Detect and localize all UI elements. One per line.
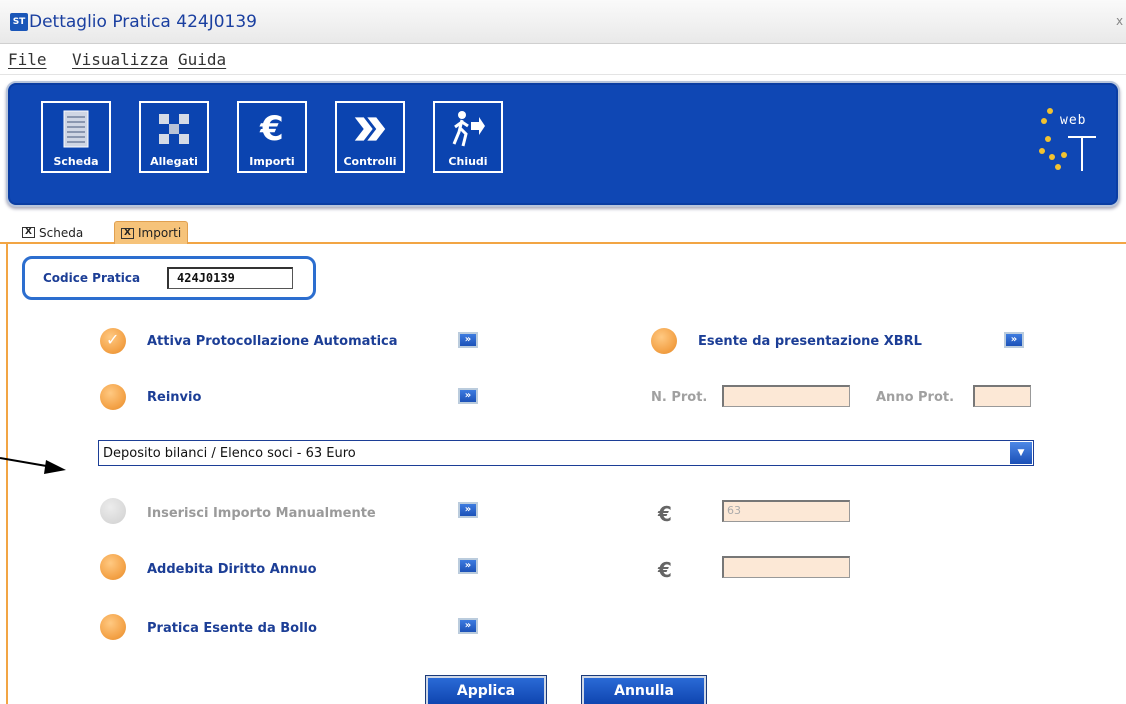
main-toolbar: Scheda Allegati € Importi Controlli Chiu… [6,81,1120,207]
annulla-button[interactable]: Annulla [582,676,706,704]
protocollazione-radio[interactable] [100,328,126,354]
allegati-button[interactable]: Allegati [139,101,209,173]
tab-scheda[interactable]: X Scheda [16,221,89,244]
xbrl-radio[interactable] [651,328,677,354]
importi-panel: Codice Pratica 424J0139 Attiva Protocoll… [6,244,1126,704]
diritto-annuo-input[interactable] [722,556,850,578]
window-title: Dettaglio Pratica 424J0139 [29,12,257,32]
controlli-button[interactable]: Controlli [335,101,405,173]
menu-bar: File Visualizza Guida [0,45,1126,75]
esente-bollo-detail-button[interactable]: » [458,618,478,634]
diritto-annuo-detail-button[interactable]: » [458,558,478,574]
tab-close-icon[interactable]: X [121,227,134,239]
chevron-down-icon[interactable]: ▼ [1010,442,1032,464]
n-prot-label: N. Prot. [651,390,708,405]
close-window-button[interactable]: x [1116,14,1126,30]
diritto-annuo-label: Addebita Diritto Annuo [147,562,317,577]
importi-button-label: Importi [249,155,295,168]
importo-manuale-input: 63 [722,500,850,522]
importo-manuale-detail-button[interactable]: » [458,502,478,518]
protocollazione-detail-button[interactable]: » [458,332,478,348]
menu-visualizza[interactable]: Visualizza [72,50,168,69]
document-icon [59,109,93,149]
chiudi-button[interactable]: Chiudi [433,101,503,173]
reinvio-detail-button[interactable]: » [458,388,478,404]
tab-strip: X Scheda X Importi [0,217,1126,244]
allegati-button-label: Allegati [150,155,198,168]
tab-importi-label: Importi [138,226,182,240]
reinvio-radio[interactable] [100,384,126,410]
xbrl-label: Esente da presentazione XBRL [698,334,922,349]
applica-button[interactable]: Applica [426,676,546,704]
esente-bollo-radio[interactable] [100,614,126,640]
anno-prot-label: Anno Prot. [876,390,955,405]
menu-file[interactable]: File [8,50,47,69]
protocollazione-label: Attiva Protocollazione Automatica [147,334,398,349]
euro-icon: € [658,502,672,526]
n-prot-input[interactable] [722,385,850,407]
scheda-button[interactable]: Scheda [41,101,111,173]
logo-text: web [1060,113,1087,128]
tab-importi[interactable]: X Importi [114,221,189,244]
exit-icon [451,109,485,149]
importo-manuale-radio [100,498,126,524]
euro-icon: € [255,109,289,149]
title-bar: ST Dettaglio Pratica 424J0139 x [0,0,1126,44]
anno-prot-input[interactable] [973,385,1031,407]
diritto-annuo-radio[interactable] [100,554,126,580]
codice-pratica-box: Codice Pratica 424J0139 [22,256,316,300]
tab-close-icon[interactable]: X [22,227,35,238]
xbrl-detail-button[interactable]: » [1004,332,1024,348]
tariffa-selected-value: Deposito bilanci / Elenco soci - 63 Euro [103,446,356,461]
web-t-logo: web [1034,97,1104,183]
esente-bollo-label: Pratica Esente da Bollo [147,621,317,636]
importo-manuale-label: Inserisci Importo Manualmente [147,506,376,521]
app-icon: ST [10,13,28,31]
importi-button[interactable]: € Importi [237,101,307,173]
euro-glyph: € [260,109,284,149]
tariffa-select[interactable]: Deposito bilanci / Elenco soci - 63 Euro… [98,440,1034,466]
euro-icon: € [658,558,672,582]
codice-pratica-label: Codice Pratica [43,271,141,285]
controlli-button-label: Controlli [343,155,397,168]
tab-scheda-label: Scheda [39,225,84,240]
chiudi-button-label: Chiudi [448,155,488,168]
codice-pratica-field[interactable]: 424J0139 [167,267,293,289]
scheda-button-label: Scheda [53,155,99,168]
annotation-arrow-icon [0,457,66,474]
menu-guida[interactable]: Guida [178,50,226,69]
reinvio-label: Reinvio [147,390,202,405]
double-chevron-icon [353,109,387,149]
attachments-icon [157,109,191,149]
